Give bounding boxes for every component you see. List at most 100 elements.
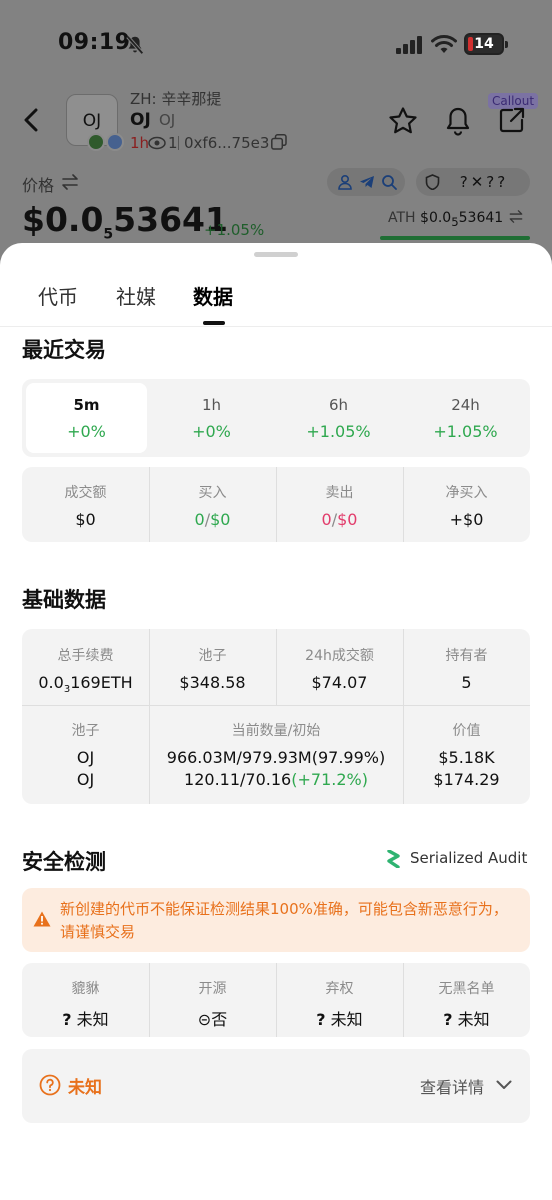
- stat-net-buy: 净买入 +$0: [403, 482, 530, 529]
- tab-data[interactable]: 数据: [193, 281, 233, 310]
- token-symbol: OJ: [130, 110, 151, 130]
- pool-value: $174.29: [433, 770, 500, 789]
- ath-progress-bar: [380, 236, 530, 240]
- pool-token-column: 池子 OJ OJ: [22, 720, 149, 789]
- copy-icon[interactable]: [271, 134, 287, 150]
- stat-buy: 买入 0/$0: [149, 482, 276, 529]
- pool-amount-change: (+71.2%): [291, 770, 368, 789]
- check-result: 否: [211, 1010, 228, 1029]
- status-bar: 09:19 14: [0, 28, 552, 64]
- check-value: ⊝否: [149, 1006, 276, 1030]
- ath-price: ATH $0.0553641: [388, 210, 524, 229]
- token-age: 1h: [130, 134, 150, 152]
- swap-icon[interactable]: [61, 174, 79, 190]
- ath-digits: 53641: [458, 210, 504, 226]
- ath-zero-count: 5: [451, 214, 459, 229]
- stat-value: $348.58: [179, 673, 246, 692]
- check-renounced: 弃权 ? 未知: [276, 978, 403, 1030]
- active-tab-indicator: [203, 321, 225, 325]
- risk-warning-banner: 新创建的代币不能保证检测结果100%准确，可能包含新恶意行为，请谨慎交易: [22, 888, 530, 952]
- wifi-icon: [431, 35, 457, 53]
- timeframe-change: +0%: [67, 422, 106, 441]
- back-arrow-icon[interactable]: [18, 106, 46, 134]
- contract-address[interactable]: 0xf6...75e3: [184, 134, 269, 152]
- check-label: 貔貅: [71, 981, 100, 997]
- buy-count: 0: [194, 510, 205, 529]
- timeframe-6h[interactable]: 6h +1.05%: [276, 383, 401, 453]
- stat-value: 0/$0: [321, 510, 358, 529]
- sheet-drag-handle[interactable]: [254, 252, 298, 257]
- price-prefix: $0.0: [22, 200, 104, 239]
- section-title-basic-data: 基础数据: [22, 588, 106, 612]
- timeframe-selector: 5m +0% 1h +0% 6h +1.05% 24h +1.05%: [22, 379, 530, 457]
- column-label: 池子: [71, 723, 100, 739]
- eye-icon: [148, 136, 166, 150]
- chevron-down-icon[interactable]: [496, 1079, 512, 1091]
- token-zh-name: ZH: 辛辛那提: [130, 90, 222, 108]
- data-bottom-sheet: 代币 社媒 数据 最近交易 5m +0% 1h +0% 6h +1.05% 24…: [0, 243, 552, 1200]
- stat-value: $0: [75, 510, 96, 529]
- timeframe-5m[interactable]: 5m +0%: [26, 383, 147, 453]
- battery-low-indicator: [468, 37, 473, 51]
- stat-24h-volume: 24h成交额 $74.07: [276, 645, 403, 692]
- buy-amount: $0: [210, 510, 231, 529]
- check-value: ? 未知: [403, 1006, 530, 1030]
- divider: [22, 705, 530, 706]
- pool-amount-value: 120.11/70.16: [184, 770, 292, 789]
- check-label: 弃权: [325, 981, 354, 997]
- check-result: 未知: [76, 1010, 109, 1029]
- timeframe-change: +1.05%: [433, 422, 498, 441]
- timeframe-label: 5m: [73, 396, 100, 414]
- ath-prefix: $0.0: [420, 210, 452, 226]
- favorite-star-icon[interactable]: [388, 106, 418, 136]
- section-title-recent-trades: 最近交易: [22, 338, 106, 362]
- security-checks: 貔貅 ? 未知 开源 ⊝否 弃权 ? 未知 无黑名单 ? 未知: [22, 963, 530, 1037]
- timeframe-label: 24h: [451, 396, 480, 414]
- column-label: 当前数量/初始: [231, 723, 321, 739]
- safety-badges-pill[interactable]: ?✕??: [416, 168, 530, 196]
- timeframe-label: 1h: [201, 396, 222, 414]
- pool-token: OJ: [76, 748, 95, 767]
- bell-muted-icon: [126, 35, 144, 55]
- tab-bar: 代币 社媒 数据: [0, 273, 552, 327]
- timeframe-1h[interactable]: 1h +0%: [149, 383, 274, 453]
- tab-social[interactable]: 社媒: [116, 281, 156, 310]
- check-result: 未知: [457, 1010, 490, 1029]
- question-icon: ?: [316, 1010, 326, 1029]
- battery-icon: 14: [464, 33, 508, 55]
- pool-value: $5.18K: [438, 748, 495, 767]
- fees-prefix: 0.0: [38, 673, 64, 692]
- share-icon[interactable]: [498, 106, 526, 134]
- token-symbol-secondary: OJ: [159, 111, 176, 129]
- status-time: 09:19: [58, 30, 131, 55]
- search-icon: [382, 175, 397, 190]
- leaf-badge-icon: [87, 133, 105, 151]
- audit-provider[interactable]: Serialized Audit: [386, 849, 530, 869]
- check-open-source: 开源 ⊝否: [149, 978, 276, 1030]
- view-details-link[interactable]: 查看详情: [420, 1074, 484, 1098]
- minus-circle-icon: ⊝: [197, 1010, 212, 1029]
- pool-token: OJ: [76, 770, 95, 789]
- timeframe-24h[interactable]: 24h +1.05%: [403, 383, 528, 453]
- token-header: OJ ZH: 辛辛那提 OJ OJ 1h 1 0xf6...75e3 Callo…: [0, 80, 552, 160]
- stat-label: 净买入: [445, 485, 488, 501]
- price-label: 价格: [22, 176, 55, 195]
- stat-holders: 持有者 5: [403, 645, 530, 692]
- security-summary-row[interactable]: 未知 查看详情: [22, 1049, 530, 1123]
- check-result: 未知: [330, 1010, 363, 1029]
- timeframe-label: 6h: [328, 396, 349, 414]
- stat-sell: 卖出 0/$0: [276, 482, 403, 529]
- check-label: 无黑名单: [438, 981, 495, 997]
- pool-amount-column: 当前数量/初始 966.03M/979.93M(97.99%) 120.11/7…: [149, 720, 403, 789]
- current-price: $0.0553641: [22, 200, 228, 243]
- social-links-pill[interactable]: [327, 168, 405, 196]
- stat-label: 卖出: [325, 485, 354, 501]
- stat-label: 持有者: [445, 648, 488, 664]
- alert-bell-icon[interactable]: [444, 106, 472, 136]
- swap-icon[interactable]: [508, 210, 524, 223]
- tab-token[interactable]: 代币: [38, 281, 78, 310]
- trade-stats: 成交额 $0 买入 0/$0 卖出 0/$0 净买入 +$0: [22, 467, 530, 542]
- stat-value: 0/$0: [194, 510, 231, 529]
- stat-label: 买入: [198, 485, 227, 501]
- stat-label: 成交额: [64, 485, 107, 501]
